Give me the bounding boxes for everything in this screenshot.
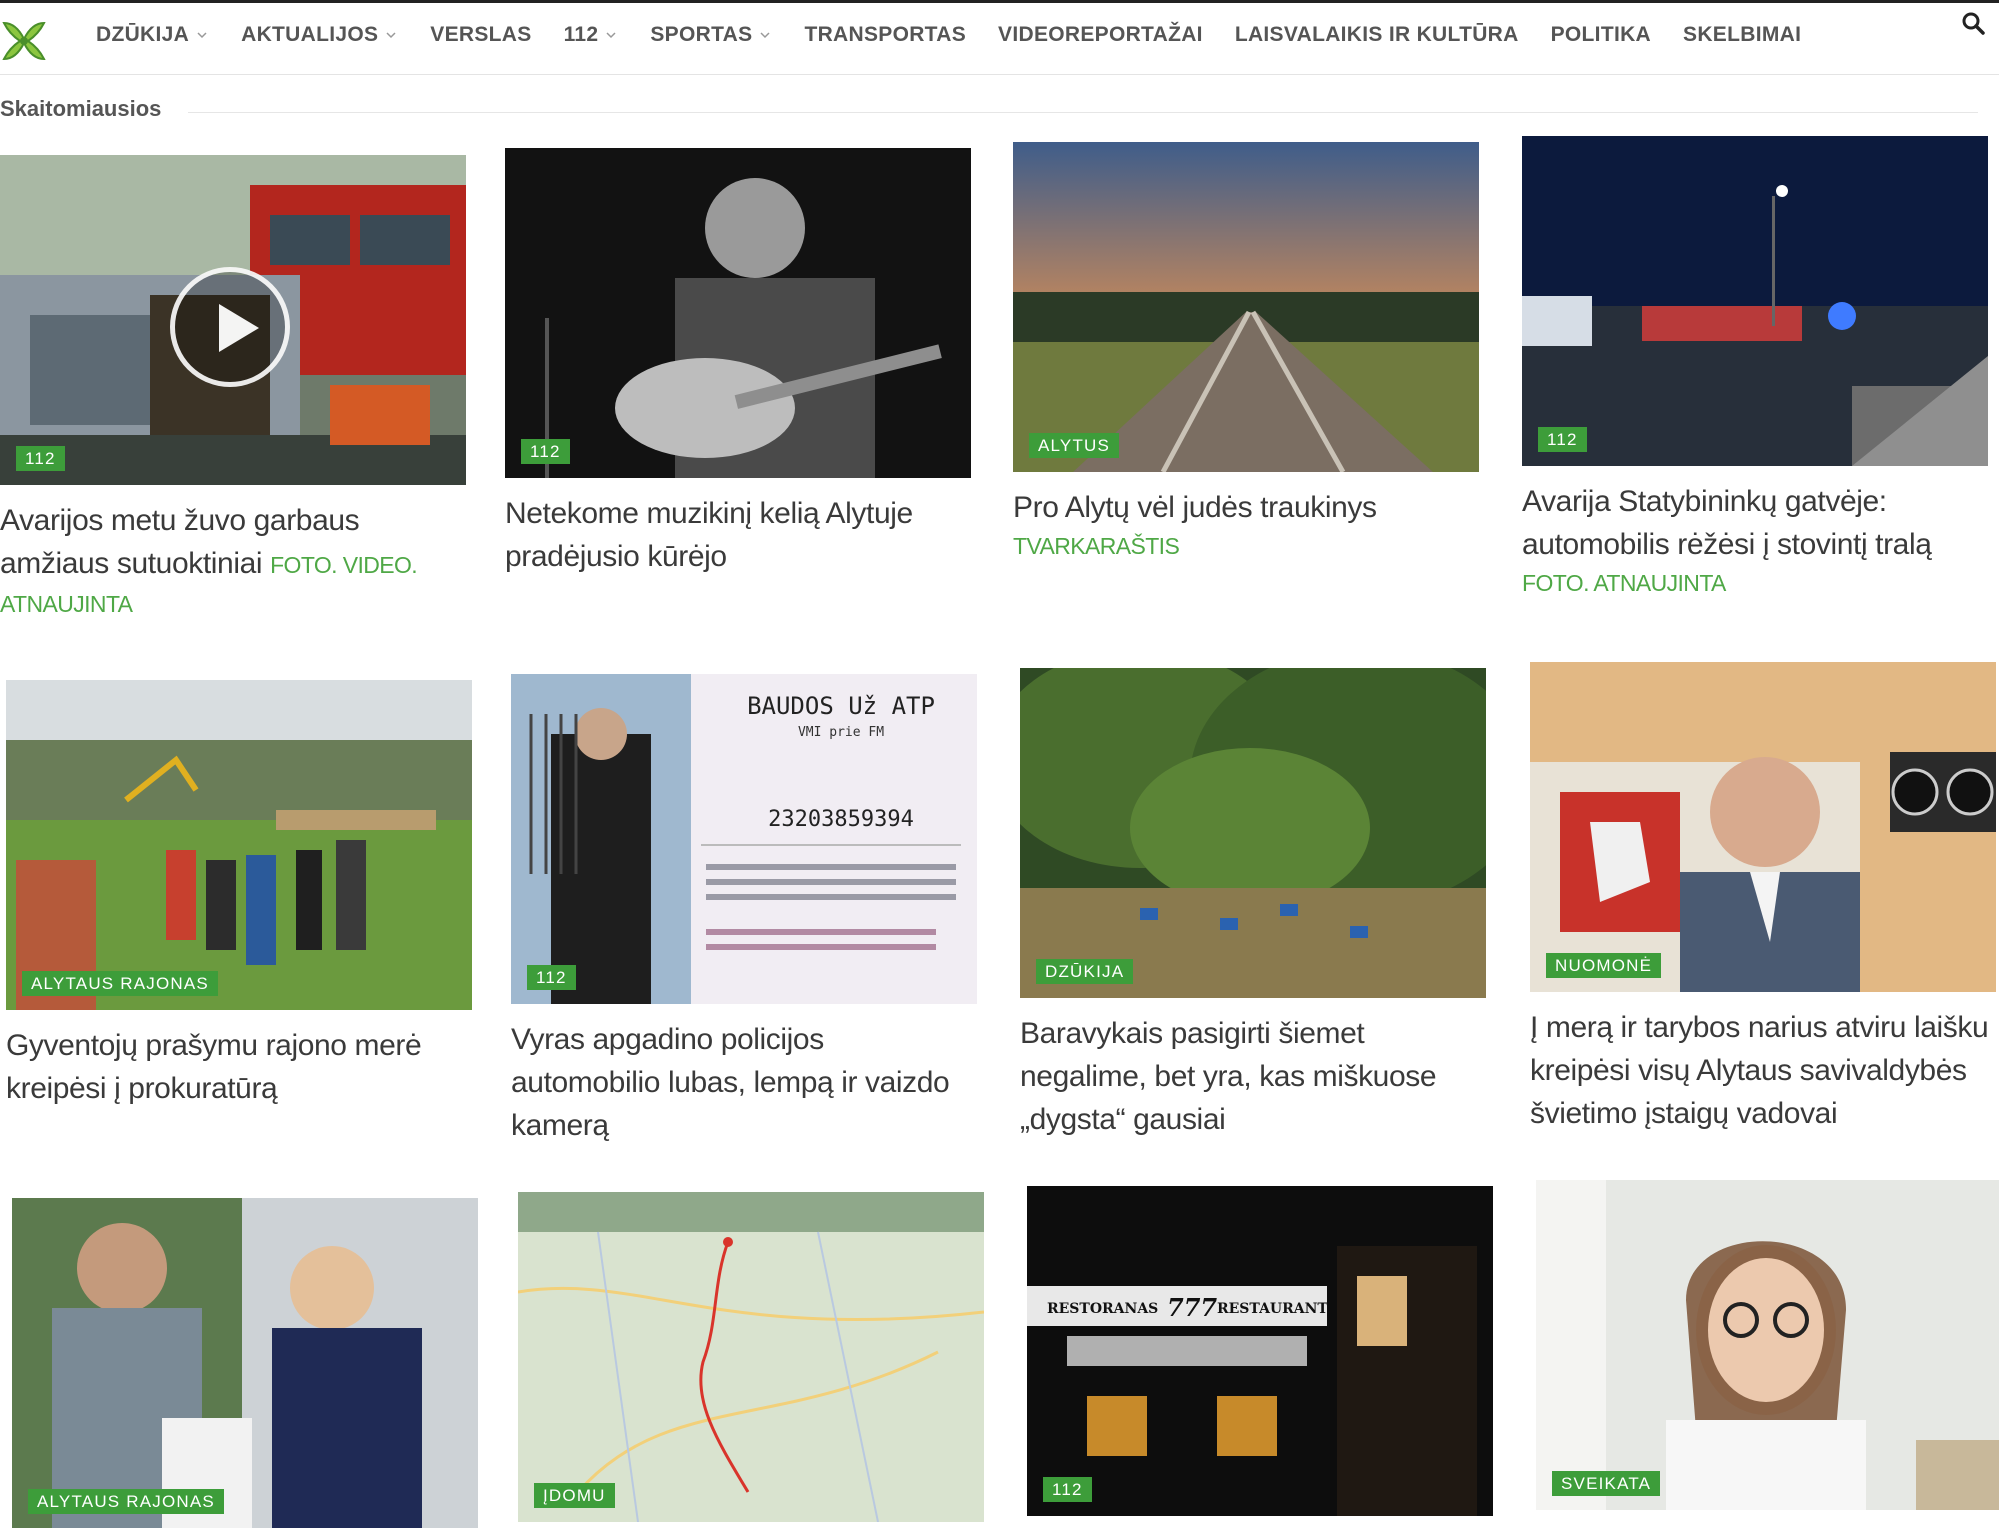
article-card[interactable]: DZŪKIJA Baravykais pasigirti šiemet nega… [1020,668,1488,1141]
article-card[interactable]: 112 Avarijos metu žuvo garbaus amžiaus s… [0,155,468,618]
nav-label: LAISVALAIKIS IR KULTŪRA [1234,23,1519,46]
article-image: ALYTAUS RAJONAS [6,680,472,1010]
article-tagline: FOTO. ATNAUJINTA [1522,570,1726,596]
article-image: 112 [1522,136,1988,466]
title-text: Netekome muzikinį kelią Alytuje pradėjus… [505,497,913,573]
nav-label: SPORTAS [650,23,753,46]
article-title[interactable]: Vyras apgadino policijos automobilio lub… [511,1018,979,1147]
article-card[interactable]: ALYTAUS RAJONAS [12,1198,480,1528]
receipt-sub: VMI prie FM [798,725,884,740]
nav-item-dzukija[interactable]: DZŪKIJA [96,23,209,47]
nav-label: SKELBIMAI [1683,23,1802,46]
chevron-down-icon [386,32,396,39]
divider [188,112,1978,113]
sign-logo: 777 [1167,1293,1217,1322]
nav-label: VIDEOREPORTAŽAI [998,23,1203,46]
article-image: ALYTUS [1013,142,1479,472]
category-badge[interactable]: ALYTAUS RAJONAS [22,971,218,996]
site-logo-icon[interactable] [0,17,48,65]
article-image: 112 [505,148,971,478]
nav-label: TRANSPORTAS [804,23,967,46]
title-text: Pro Alytų vėl judės traukinys [1013,491,1377,524]
article-image: BAUDOS Už ATP VMI prie FM 23203859394 11… [511,674,977,1004]
title-text: Avarija Statybininkų gatvėje: automobili… [1522,485,1932,561]
section-title: Skaitomiausios [0,96,162,121]
article-card[interactable]: ALYTAUS RAJONAS Gyventojų prašymu rajono… [6,680,474,1110]
nav-label: DZŪKIJA [96,23,190,46]
sign-left: RESTORANAS [1047,1301,1158,1317]
nav-label: AKTUALIJOS [241,23,379,46]
section-header: Skaitomiausios [0,92,1999,122]
category-badge[interactable]: 112 [16,446,65,471]
main-nav: DZŪKIJA AKTUALIJOS VERSLAS 112 SPORTAS T… [96,23,1801,47]
nav-item-politika[interactable]: POLITIKA [1551,23,1651,47]
article-title[interactable]: Pro Alytų vėl judės traukinys [1013,486,1481,529]
play-video-icon[interactable] [170,267,290,387]
article-image: SVEIKATA [1536,1180,1999,1510]
article-image: ALYTAUS RAJONAS [12,1198,478,1528]
site-header: DZŪKIJA AKTUALIJOS VERSLAS 112 SPORTAS T… [0,3,1999,75]
category-badge[interactable]: 112 [1043,1477,1092,1502]
nav-item-verslas[interactable]: VERSLAS [430,23,531,47]
receipt-number: 23203859394 [768,807,914,832]
article-card[interactable]: ALYTUS Pro Alytų vėl judės traukinys TVA… [1013,142,1481,560]
article-image: NUOMONĖ [1530,662,1996,992]
title-text: Baravykais pasigirti šiemet negalime, be… [1020,1017,1437,1136]
title-text: Gyventojų prašymu rajono merė kreipėsi į… [6,1029,422,1105]
nav-label: POLITIKA [1550,23,1652,46]
article-image: RESTORANAS 777 RESTAURANT 112 [1027,1186,1493,1516]
article-card[interactable]: NUOMONĖ Į merą ir tarybos narius atviru … [1530,662,1998,1135]
category-badge[interactable]: 112 [1538,427,1587,452]
title-tag: FOTO. VIDEO. [270,552,418,578]
sign-right: RESTAURANT [1217,1301,1328,1317]
nav-item-sportas[interactable]: SPORTAS [650,23,772,47]
article-card[interactable]: ĮDOMU [518,1192,986,1522]
nav-item-laisvalaikis[interactable]: LAISVALAIKIS IR KULTŪRA [1235,23,1519,47]
article-image: ĮDOMU [518,1192,984,1522]
nav-item-transportas[interactable]: TRANSPORTAS [804,23,966,47]
title-text: Vyras apgadino policijos automobilio lub… [511,1023,950,1142]
category-badge[interactable]: ĮDOMU [534,1483,615,1508]
article-image: 112 [0,155,466,485]
article-card[interactable]: 112 Netekome muzikinį kelią Alytuje prad… [505,148,973,578]
article-title[interactable]: Baravykais pasigirti šiemet negalime, be… [1020,1012,1488,1141]
nav-item-112[interactable]: 112 [564,23,619,47]
search-icon[interactable] [1961,11,1987,37]
article-title[interactable]: Netekome muzikinį kelią Alytuje pradėjus… [505,492,973,578]
nav-item-skelbimai[interactable]: SKELBIMAI [1683,23,1801,47]
article-tagline: TVARKARAŠTIS [1013,533,1180,559]
nav-item-videoreportazai[interactable]: VIDEOREPORTAŽAI [998,23,1203,47]
article-card[interactable]: BAUDOS Už ATP VMI prie FM 23203859394 11… [511,674,979,1147]
category-badge[interactable]: SVEIKATA [1552,1471,1661,1496]
receipt-heading: BAUDOS Už ATP [747,692,935,720]
article-title[interactable]: Avarija Statybininkų gatvėje: automobili… [1522,480,1990,566]
category-badge[interactable]: NUOMONĖ [1546,953,1662,978]
article-card[interactable]: SVEIKATA [1536,1180,1999,1510]
nav-label: 112 [563,23,599,46]
article-card[interactable]: RESTORANAS 777 RESTAURANT 112 [1027,1186,1495,1516]
chevron-down-icon [606,32,616,39]
category-badge[interactable]: 112 [527,965,576,990]
article-title[interactable]: Į merą ir tarybos narius atviru laišku k… [1530,1006,1998,1135]
chevron-down-icon [760,32,770,39]
nav-label: VERSLAS [430,23,532,46]
article-tagline: ATNAUJINTA [0,591,133,617]
chevron-down-icon [197,32,207,39]
category-badge[interactable]: DZŪKIJA [1036,959,1134,984]
article-title[interactable]: Gyventojų prašymu rajono merė kreipėsi į… [6,1024,474,1110]
article-title[interactable]: Avarijos metu žuvo garbaus amžiaus sutuo… [0,499,468,587]
category-badge[interactable]: ALYTUS [1029,433,1120,458]
title-text: Į merą ir tarybos narius atviru laišku k… [1530,1011,1989,1130]
article-card[interactable]: 112 Avarija Statybininkų gatvėje: automo… [1522,136,1990,597]
nav-item-aktualijos[interactable]: AKTUALIJOS [241,23,398,47]
article-image: DZŪKIJA [1020,668,1486,998]
category-badge[interactable]: 112 [521,439,570,464]
